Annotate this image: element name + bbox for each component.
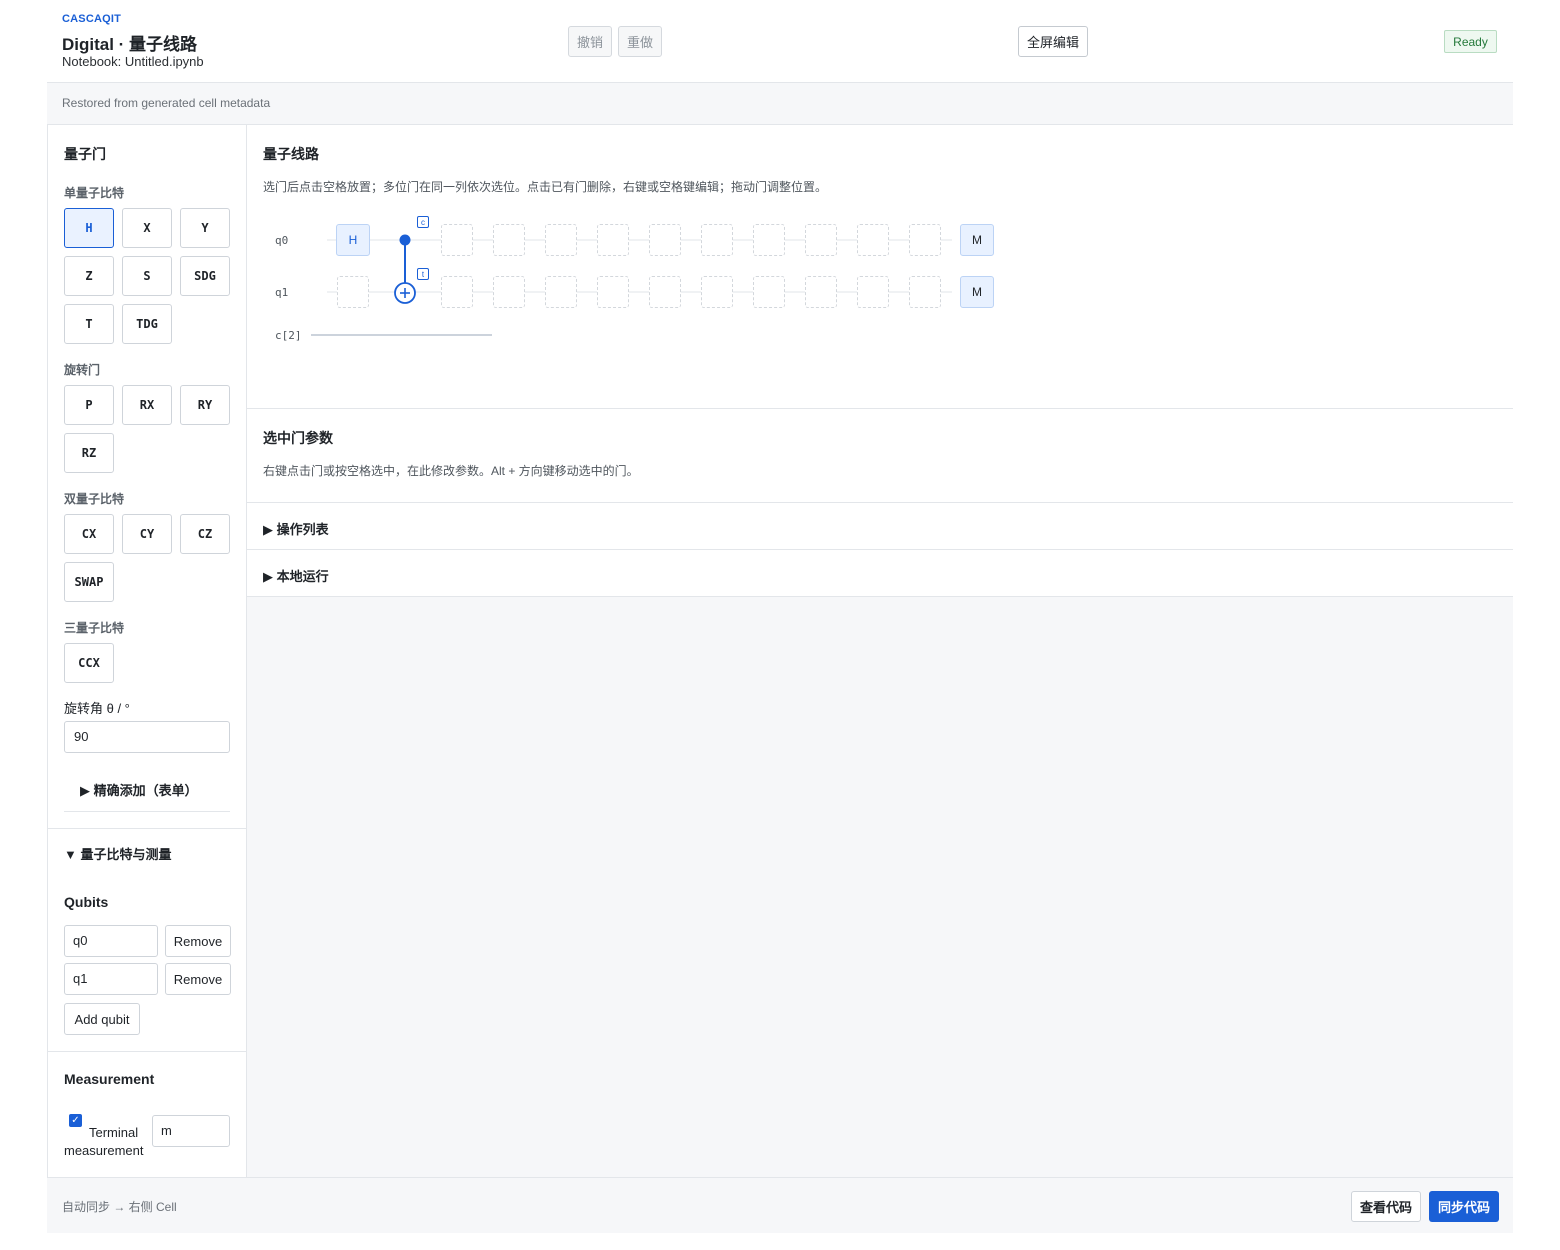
fullscreen-edit-button[interactable]: 全屏编辑: [1018, 26, 1088, 57]
measure-gate-q1[interactable]: M: [960, 276, 994, 308]
circuit-wires: [311, 234, 952, 336]
empty-slot[interactable]: [909, 276, 941, 308]
empty-slot[interactable]: [753, 276, 785, 308]
gate-cy-button[interactable]: CY: [122, 514, 172, 554]
gate-tdg-button[interactable]: TDG: [122, 304, 172, 344]
terminal-measurement-label: Terminal measurement: [64, 1125, 144, 1158]
empty-slot[interactable]: [701, 276, 733, 308]
remove-qubit-button[interactable]: Remove: [165, 925, 231, 957]
empty-slot[interactable]: [493, 276, 525, 308]
params-description: 右键点击门或按空格选中，在此修改参数。Alt + 方向键移动选中的门。: [263, 464, 639, 478]
brand-label: CASCAQIT: [62, 13, 122, 25]
gate-p-button[interactable]: P: [64, 385, 114, 425]
two-qubit-group-title: 双量子比特: [64, 492, 125, 506]
empty-slot[interactable]: [857, 224, 889, 256]
gate-t-button[interactable]: T: [64, 304, 114, 344]
precise-add-toggle[interactable]: ▶ 精确添加（表单）: [80, 780, 198, 799]
gate-x-button[interactable]: X: [122, 208, 172, 248]
gate-rx-button[interactable]: RX: [122, 385, 172, 425]
empty-slot[interactable]: [545, 276, 577, 308]
sync-code-button[interactable]: 同步代码: [1429, 1191, 1499, 1222]
measurement-register-input[interactable]: m: [152, 1115, 230, 1147]
ops-list-toggle[interactable]: ▶ 操作列表: [263, 519, 329, 538]
qubit-name-input[interactable]: q1: [64, 963, 158, 995]
empty-slot[interactable]: [753, 224, 785, 256]
empty-slot[interactable]: [857, 276, 889, 308]
gate-palette-sidebar: 量子门 单量子比特 H X Y Z S SDG T TDG 旋转门 P RX R…: [47, 125, 247, 1177]
gate-z-button[interactable]: Z: [64, 256, 114, 296]
empty-slot[interactable]: [909, 224, 941, 256]
divider: [48, 828, 247, 829]
empty-slot[interactable]: [805, 276, 837, 308]
empty-slot[interactable]: [597, 224, 629, 256]
gate-y-button[interactable]: Y: [180, 208, 230, 248]
gate-h-button[interactable]: H: [64, 208, 114, 248]
ops-list-panel: ▶ 操作列表: [247, 503, 1513, 550]
control-tag: c: [417, 216, 429, 228]
empty-slot[interactable]: [649, 224, 681, 256]
main-area: 量子线路 选门后点击空格放置；多位门在同一列依次选位。点击已有门删除，右键或空格…: [247, 125, 1513, 1177]
empty-slot[interactable]: [805, 224, 837, 256]
control-dot: [399, 234, 411, 246]
gate-s-button[interactable]: S: [122, 256, 172, 296]
gate-sdg-button[interactable]: SDG: [180, 256, 230, 296]
gate-rz-button[interactable]: RZ: [64, 433, 114, 473]
placed-gate-h[interactable]: H: [336, 224, 370, 256]
redo-button[interactable]: 重做: [618, 26, 662, 57]
three-qubit-group-title: 三量子比特: [64, 621, 125, 635]
qubit-name-input[interactable]: q0: [64, 925, 158, 957]
target-tag: t: [417, 268, 429, 280]
local-run-toggle[interactable]: ▶ 本地运行: [263, 566, 329, 585]
measurement-title: Measurement: [64, 1071, 155, 1087]
gate-ry-button[interactable]: RY: [180, 385, 230, 425]
status-strip-text: Restored from generated cell metadata: [62, 96, 271, 110]
rotation-group-title: 旋转门: [64, 363, 101, 377]
empty-slot[interactable]: [701, 224, 733, 256]
local-run-panel: ▶ 本地运行: [247, 550, 1513, 597]
divider: [64, 811, 230, 812]
empty-slot[interactable]: [441, 276, 473, 308]
remove-qubit-button[interactable]: Remove: [165, 963, 231, 995]
undo-button[interactable]: 撤销: [568, 26, 612, 57]
circuit-panel: 量子线路 选门后点击空格放置；多位门在同一列依次选位。点击已有门删除，右键或空格…: [247, 125, 1513, 409]
angle-label: 旋转角 θ / °: [64, 701, 130, 716]
params-title: 选中门参数: [263, 430, 333, 446]
angle-input[interactable]: 90: [64, 721, 230, 753]
status-strip: Restored from generated cell metadata: [47, 83, 1513, 125]
gate-ccx-button[interactable]: CCX: [64, 643, 114, 683]
header-bar: CASCAQIT Digital · 量子线路 Notebook: Untitl…: [47, 0, 1513, 83]
empty-slot[interactable]: [649, 276, 681, 308]
qubits-title: Qubits: [64, 894, 109, 910]
gates-title: 量子门: [64, 146, 106, 162]
gate-cz-button[interactable]: CZ: [180, 514, 230, 554]
qubits-measurement-toggle[interactable]: ▼ 量子比特与测量: [64, 844, 171, 863]
single-qubit-group-title: 单量子比特: [64, 186, 125, 200]
notebook-name: Notebook: Untitled.ipynb: [62, 54, 204, 69]
empty-slot[interactable]: [545, 224, 577, 256]
empty-slot[interactable]: [597, 276, 629, 308]
empty-slot[interactable]: [493, 224, 525, 256]
add-qubit-button[interactable]: Add qubit: [64, 1003, 140, 1035]
empty-slot[interactable]: [337, 276, 369, 308]
measure-gate-q0[interactable]: M: [960, 224, 994, 256]
page-title: Digital · 量子线路: [62, 35, 198, 54]
gate-params-panel: 选中门参数 右键点击门或按空格选中，在此修改参数。Alt + 方向键移动选中的门…: [247, 409, 1513, 503]
view-code-button[interactable]: 查看代码: [1351, 1191, 1421, 1222]
gate-swap-button[interactable]: SWAP: [64, 562, 114, 602]
empty-slot[interactable]: [441, 224, 473, 256]
status-badge: Ready: [1444, 30, 1497, 53]
footer-bar: 自动同步 → 右侧 Cell 查看代码 同步代码: [47, 1177, 1513, 1233]
divider: [48, 1051, 247, 1052]
gate-cx-button[interactable]: CX: [64, 514, 114, 554]
auto-sync-text: 自动同步 → 右侧 Cell: [62, 1200, 177, 1214]
